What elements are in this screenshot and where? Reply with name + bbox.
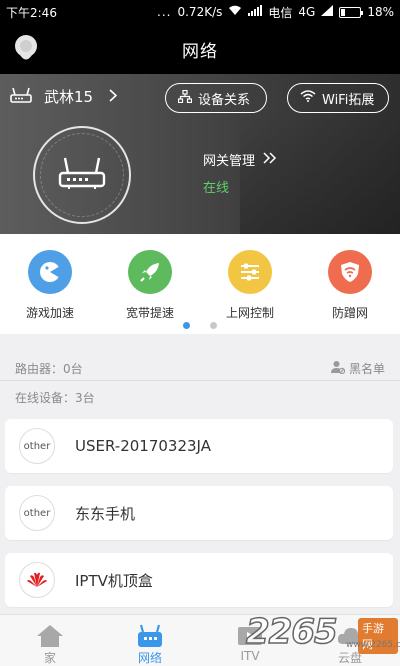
router-count: 路由器：0台 — [15, 362, 83, 376]
topology-icon — [177, 89, 193, 107]
tool-label: 防蹭网 — [331, 306, 368, 320]
wifi-shield-icon — [328, 250, 372, 294]
quick-tools: 游戏加速 宽带提速 上网控制 防蹭网 — [0, 234, 400, 334]
device-relation-button[interactable]: 设备关系 — [165, 83, 267, 113]
status-dots: ... — [157, 5, 172, 19]
gateway-management[interactable]: 网关管理 在线 — [203, 150, 277, 196]
tab-home[interactable]: 家 — [0, 615, 100, 666]
network-icon — [135, 623, 165, 649]
page-title: 网络 — [182, 41, 218, 62]
tv-icon — [235, 623, 265, 649]
tab-label: 网络 — [137, 651, 162, 665]
tab-label: 云盘 — [337, 651, 362, 665]
device-card[interactable]: IPTV机顶盒 — [5, 553, 393, 607]
signal-icon — [248, 5, 263, 19]
battery-percent: 18% — [367, 5, 394, 19]
huawei-logo-icon — [19, 562, 55, 598]
device-card[interactable]: other 东东手机 — [5, 486, 393, 540]
double-chevron-right-icon — [263, 151, 277, 168]
avatar[interactable] — [12, 34, 40, 64]
blacklist-label: 黑名单 — [348, 362, 385, 376]
app-header: 网络 — [0, 24, 400, 74]
page-dot-active[interactable] — [183, 322, 190, 329]
status-bar: 下午2:46 ... 0.72K/s 电信 4G 18% — [0, 0, 400, 24]
carrier-name: 电信 — [268, 5, 293, 20]
router-count-row: 路由器：0台 黑名单 — [0, 357, 400, 381]
router-small-icon — [10, 87, 32, 107]
tool-anti-leech[interactable]: 防蹭网 — [300, 250, 400, 321]
page-indicator — [0, 322, 400, 329]
device-card[interactable]: other USER-20170323JA — [5, 419, 393, 473]
home-icon — [35, 623, 65, 649]
tool-label: 宽带提速 — [125, 306, 174, 320]
tab-itv[interactable]: ITV — [200, 615, 300, 666]
gateway-status: 在线 — [203, 181, 230, 196]
tool-broadband-boost[interactable]: 宽带提速 — [100, 250, 200, 321]
tool-label: 游戏加速 — [25, 306, 74, 320]
battery-icon — [339, 6, 364, 18]
device-type-icon: other — [19, 495, 55, 531]
wifi-extend-button[interactable]: WiFi拓展 — [287, 83, 389, 113]
tab-label: ITV — [240, 649, 260, 663]
user-block-icon — [330, 360, 346, 377]
game-icon — [28, 250, 72, 294]
gateway-label: 网关管理 — [203, 154, 256, 169]
tool-access-control[interactable]: 上网控制 — [200, 250, 300, 321]
router-panel: 武林15 设备关系 WiFi拓展 网关管理 在线 — [0, 74, 400, 234]
device-relation-label: 设备关系 — [198, 92, 251, 108]
tab-network[interactable]: 网络 — [100, 615, 200, 666]
rocket-icon — [128, 250, 172, 294]
device-name: 东东手机 — [75, 504, 136, 523]
online-devices-row: 在线设备：3台 — [0, 385, 400, 409]
bottom-tab-bar: 家 网络 ITV 云盘 — [0, 614, 400, 666]
status-right: ... 0.72K/s 电信 4G 18% — [157, 4, 394, 21]
wifi-status-icon — [228, 5, 242, 19]
wifi-extend-label: WiFi拓展 — [322, 92, 375, 108]
tab-cloud[interactable]: 云盘 — [300, 615, 400, 666]
sliders-icon — [228, 250, 272, 294]
online-count: 在线设备：3台 — [15, 390, 95, 405]
device-type-icon: other — [19, 428, 55, 464]
device-name: IPTV机顶盒 — [75, 571, 153, 590]
tool-game-boost[interactable]: 游戏加速 — [0, 250, 100, 321]
wifi-icon — [300, 90, 316, 106]
status-time: 下午2:46 — [6, 5, 57, 20]
chevron-right-icon — [109, 87, 118, 106]
router-name: 武林15 — [44, 88, 94, 106]
router-selector[interactable]: 武林15 — [10, 86, 118, 107]
device-name: USER-20170323JA — [75, 437, 211, 455]
blacklist-button[interactable]: 黑名单 — [330, 360, 385, 377]
signal-icon-2 — [321, 5, 334, 19]
tab-label: 家 — [43, 651, 56, 665]
network-type: 4G — [298, 5, 316, 19]
cloud-icon — [335, 623, 365, 649]
router-status-circle[interactable] — [33, 126, 131, 224]
page-dot[interactable] — [210, 322, 217, 329]
network-speed: 0.72K/s — [177, 5, 223, 19]
tool-label: 上网控制 — [225, 306, 274, 320]
